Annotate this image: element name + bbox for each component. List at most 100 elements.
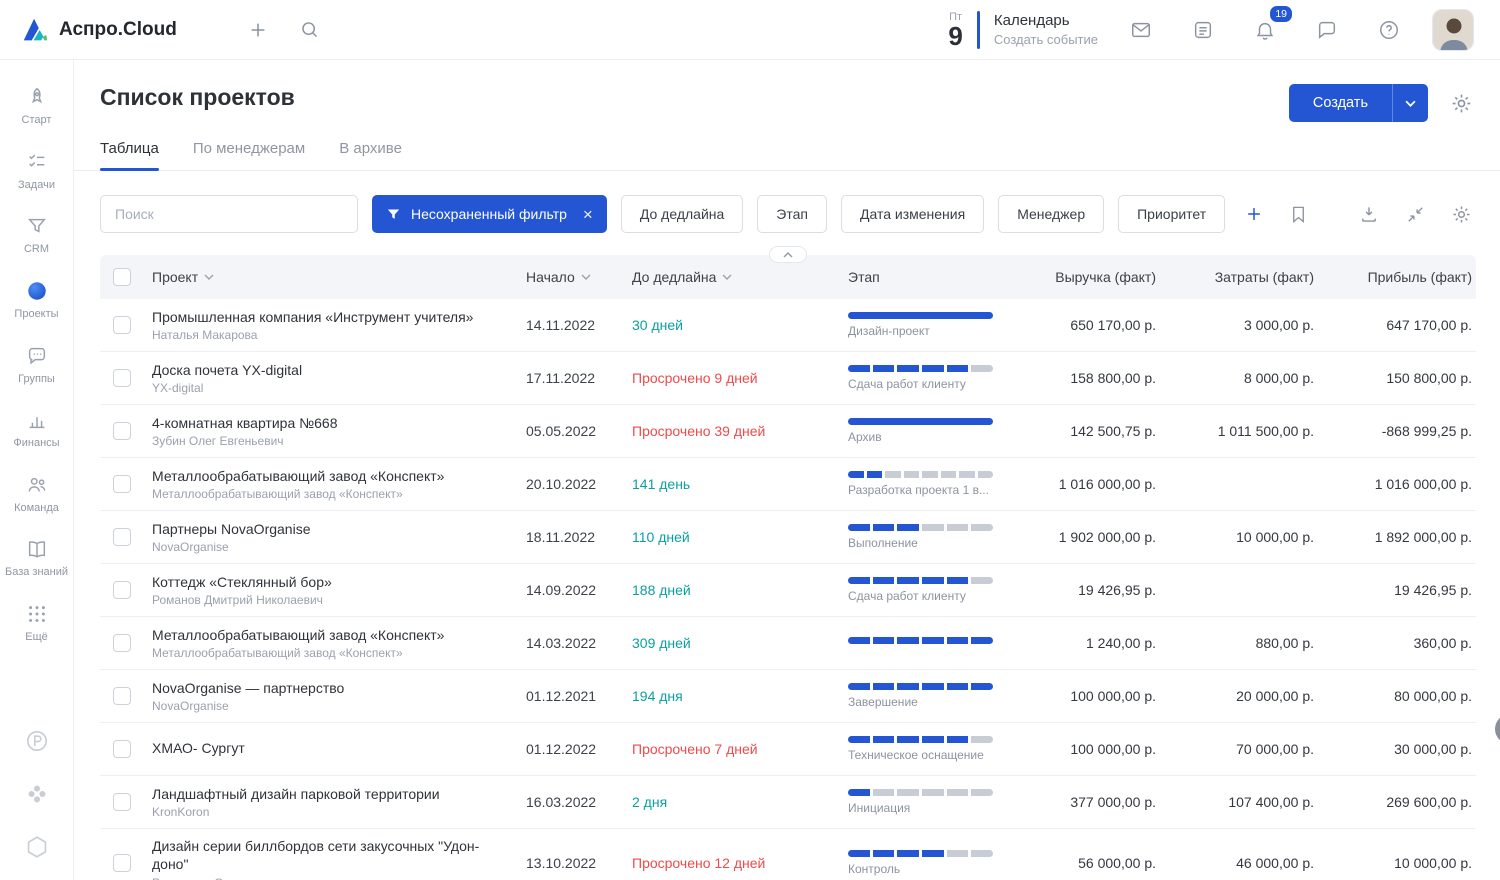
table-row[interactable]: Металлообрабатывающий завод «Конспект» М… <box>100 617 1476 670</box>
project-name-link[interactable]: Дизайн серии биллбордов сети закусочных … <box>152 837 498 874</box>
integration-icon-2[interactable] <box>24 781 50 807</box>
select-all-checkbox[interactable] <box>113 268 131 286</box>
project-name-link[interactable]: Металлообрабатывающий завод «Конспект» <box>152 467 498 485</box>
column-header-deadline[interactable]: До дедлайна <box>622 269 838 285</box>
active-filter-chip[interactable]: Несохраненный фильтр × <box>372 195 607 233</box>
add-filter-icon[interactable] <box>1239 199 1269 229</box>
mail-icon[interactable] <box>1124 13 1158 47</box>
export-download-icon[interactable] <box>1354 199 1384 229</box>
row-checkbox[interactable] <box>113 316 131 334</box>
column-header-costs[interactable]: Затраты (факт) <box>1160 269 1318 285</box>
search-input[interactable] <box>100 195 358 233</box>
table-row[interactable]: Промышленная компания «Инструмент учител… <box>100 299 1476 352</box>
column-header-stage[interactable]: Этап <box>838 269 1002 285</box>
project-name-link[interactable]: Коттедж «Стеклянный бор» <box>152 573 498 591</box>
filter-manager-button[interactable]: Менеджер <box>998 195 1104 233</box>
column-header-profit[interactable]: Прибыль (факт) <box>1318 269 1476 285</box>
filter-modified-date-button[interactable]: Дата изменения <box>841 195 984 233</box>
sidebar-item-more[interactable]: Ещё <box>0 591 73 656</box>
stage-cell: Сдача работ клиенту <box>838 365 1002 391</box>
stage-progress-bar <box>848 637 993 644</box>
create-button-label[interactable]: Создать <box>1289 84 1392 122</box>
sidebar-item-team[interactable]: Команда <box>0 462 73 527</box>
tab-table[interactable]: Таблица <box>100 140 159 170</box>
column-header-start[interactable]: Начало <box>512 269 622 285</box>
row-checkbox[interactable] <box>113 422 131 440</box>
row-checkbox[interactable] <box>113 740 131 758</box>
clear-filter-icon[interactable]: × <box>583 206 593 223</box>
create-event-link[interactable]: Создать событие <box>994 32 1098 47</box>
filter-priority-button[interactable]: Приоритет <box>1118 195 1225 233</box>
sidebar-item-projects[interactable]: Проекты <box>0 268 73 333</box>
table-settings-gear-icon[interactable] <box>1446 199 1476 229</box>
table-row[interactable]: NovaOrganise — партнерство NovaOrganise … <box>100 670 1476 723</box>
stage-progress-bar <box>848 524 993 531</box>
notifications-bell-icon[interactable]: 19 <box>1248 13 1282 47</box>
sidebar-item-groups[interactable]: Группы <box>0 333 73 398</box>
sidebar-item-start[interactable]: Старт <box>0 74 73 139</box>
deadline-cell: 2 дня <box>622 794 838 810</box>
save-filter-bookmark-icon[interactable] <box>1283 199 1313 229</box>
user-avatar[interactable] <box>1432 9 1474 51</box>
project-name-link[interactable]: 4-комнатная квартира №668 <box>152 414 498 432</box>
table-row[interactable]: Партнеры NovaOrganise NovaOrganise 18.11… <box>100 511 1476 564</box>
table-row[interactable]: ХМАО- Сургут 01.12.2022 Просрочено 7 дне… <box>100 723 1476 776</box>
project-subtitle: KronKoron <box>152 805 498 819</box>
project-name-link[interactable]: Металлообрабатывающий завод «Конспект» <box>152 626 498 644</box>
project-subtitle: Металлообрабатывающий завод «Конспект» <box>152 646 498 660</box>
stage-label: Контроль <box>848 862 998 876</box>
row-checkbox[interactable] <box>113 581 131 599</box>
row-checkbox[interactable] <box>113 687 131 705</box>
sidebar-item-knowledge-base[interactable]: База знаний <box>0 526 73 591</box>
calendar-date[interactable]: Пт 9 <box>948 11 962 49</box>
scroll-right-button[interactable] <box>1495 714 1500 744</box>
row-checkbox[interactable] <box>113 793 131 811</box>
create-dropdown-button[interactable] <box>1392 84 1428 122</box>
quick-add-button[interactable] <box>241 13 275 47</box>
table-row[interactable]: Коттедж «Стеклянный бор» Романов Дмитрий… <box>100 564 1476 617</box>
tab-by-managers[interactable]: По менеджерам <box>193 140 305 170</box>
create-button[interactable]: Создать <box>1289 84 1428 122</box>
table-row[interactable]: Металлообрабатывающий завод «Конспект» М… <box>100 458 1476 511</box>
row-checkbox[interactable] <box>113 369 131 387</box>
project-name-link[interactable]: Ландшафтный дизайн парковой территории <box>152 785 498 803</box>
integration-icon-1[interactable] <box>24 728 50 754</box>
table-row[interactable]: Доска почета YX-digital YX-digital 17.11… <box>100 352 1476 405</box>
row-checkbox[interactable] <box>113 475 131 493</box>
integration-icon-3[interactable] <box>24 834 50 860</box>
row-select-cell <box>100 369 144 387</box>
project-name-link[interactable]: Промышленная компания «Инструмент учител… <box>152 308 498 326</box>
table-row[interactable]: 4-комнатная квартира №668 Зубин Олег Евг… <box>100 405 1476 458</box>
project-name-link[interactable]: Доска почета YX-digital <box>152 361 498 379</box>
help-icon[interactable] <box>1372 13 1406 47</box>
sidebar-label: Проекты <box>14 308 58 321</box>
sidebar-item-finance[interactable]: Финансы <box>0 397 73 462</box>
project-name-link[interactable]: Партнеры NovaOrganise <box>152 520 498 538</box>
tab-archive[interactable]: В архиве <box>339 140 402 170</box>
row-checkbox[interactable] <box>113 634 131 652</box>
project-name-link[interactable]: ХМАО- Сургут <box>152 739 498 757</box>
profit-value: 19 426,95 р. <box>1318 582 1476 598</box>
sidebar-item-crm[interactable]: CRM <box>0 203 73 268</box>
column-header-project[interactable]: Проект <box>144 269 512 285</box>
stage-progress-bar <box>848 577 993 584</box>
sidebar-item-tasks[interactable]: Задачи <box>0 139 73 204</box>
chat-icon[interactable] <box>1310 13 1344 47</box>
row-checkbox[interactable] <box>113 854 131 872</box>
global-search-icon[interactable] <box>293 13 327 47</box>
collapse-table-pill[interactable] <box>769 246 807 263</box>
app-logo[interactable]: Аспро.Cloud <box>20 15 177 45</box>
filter-stage-button[interactable]: Этап <box>757 195 827 233</box>
collapse-view-icon[interactable] <box>1400 199 1430 229</box>
notes-icon[interactable] <box>1186 13 1220 47</box>
table-row[interactable]: Ландшафтный дизайн парковой территории K… <box>100 776 1476 829</box>
calendar-widget[interactable]: Календарь Создать событие <box>994 12 1098 47</box>
project-name-link[interactable]: NovaOrganise — партнерство <box>152 679 498 697</box>
row-checkbox[interactable] <box>113 528 131 546</box>
table-row[interactable]: Дизайн серии биллбордов сети закусочных … <box>100 829 1476 880</box>
deadline-text: Просрочено 39 дней <box>632 423 765 439</box>
page-settings-gear-icon[interactable] <box>1446 88 1476 118</box>
filter-deadline-button[interactable]: До дедлайна <box>621 195 743 233</box>
revenue-value: 19 426,95 р. <box>1002 582 1160 598</box>
column-header-revenue[interactable]: Выручка (факт) <box>1002 269 1160 285</box>
